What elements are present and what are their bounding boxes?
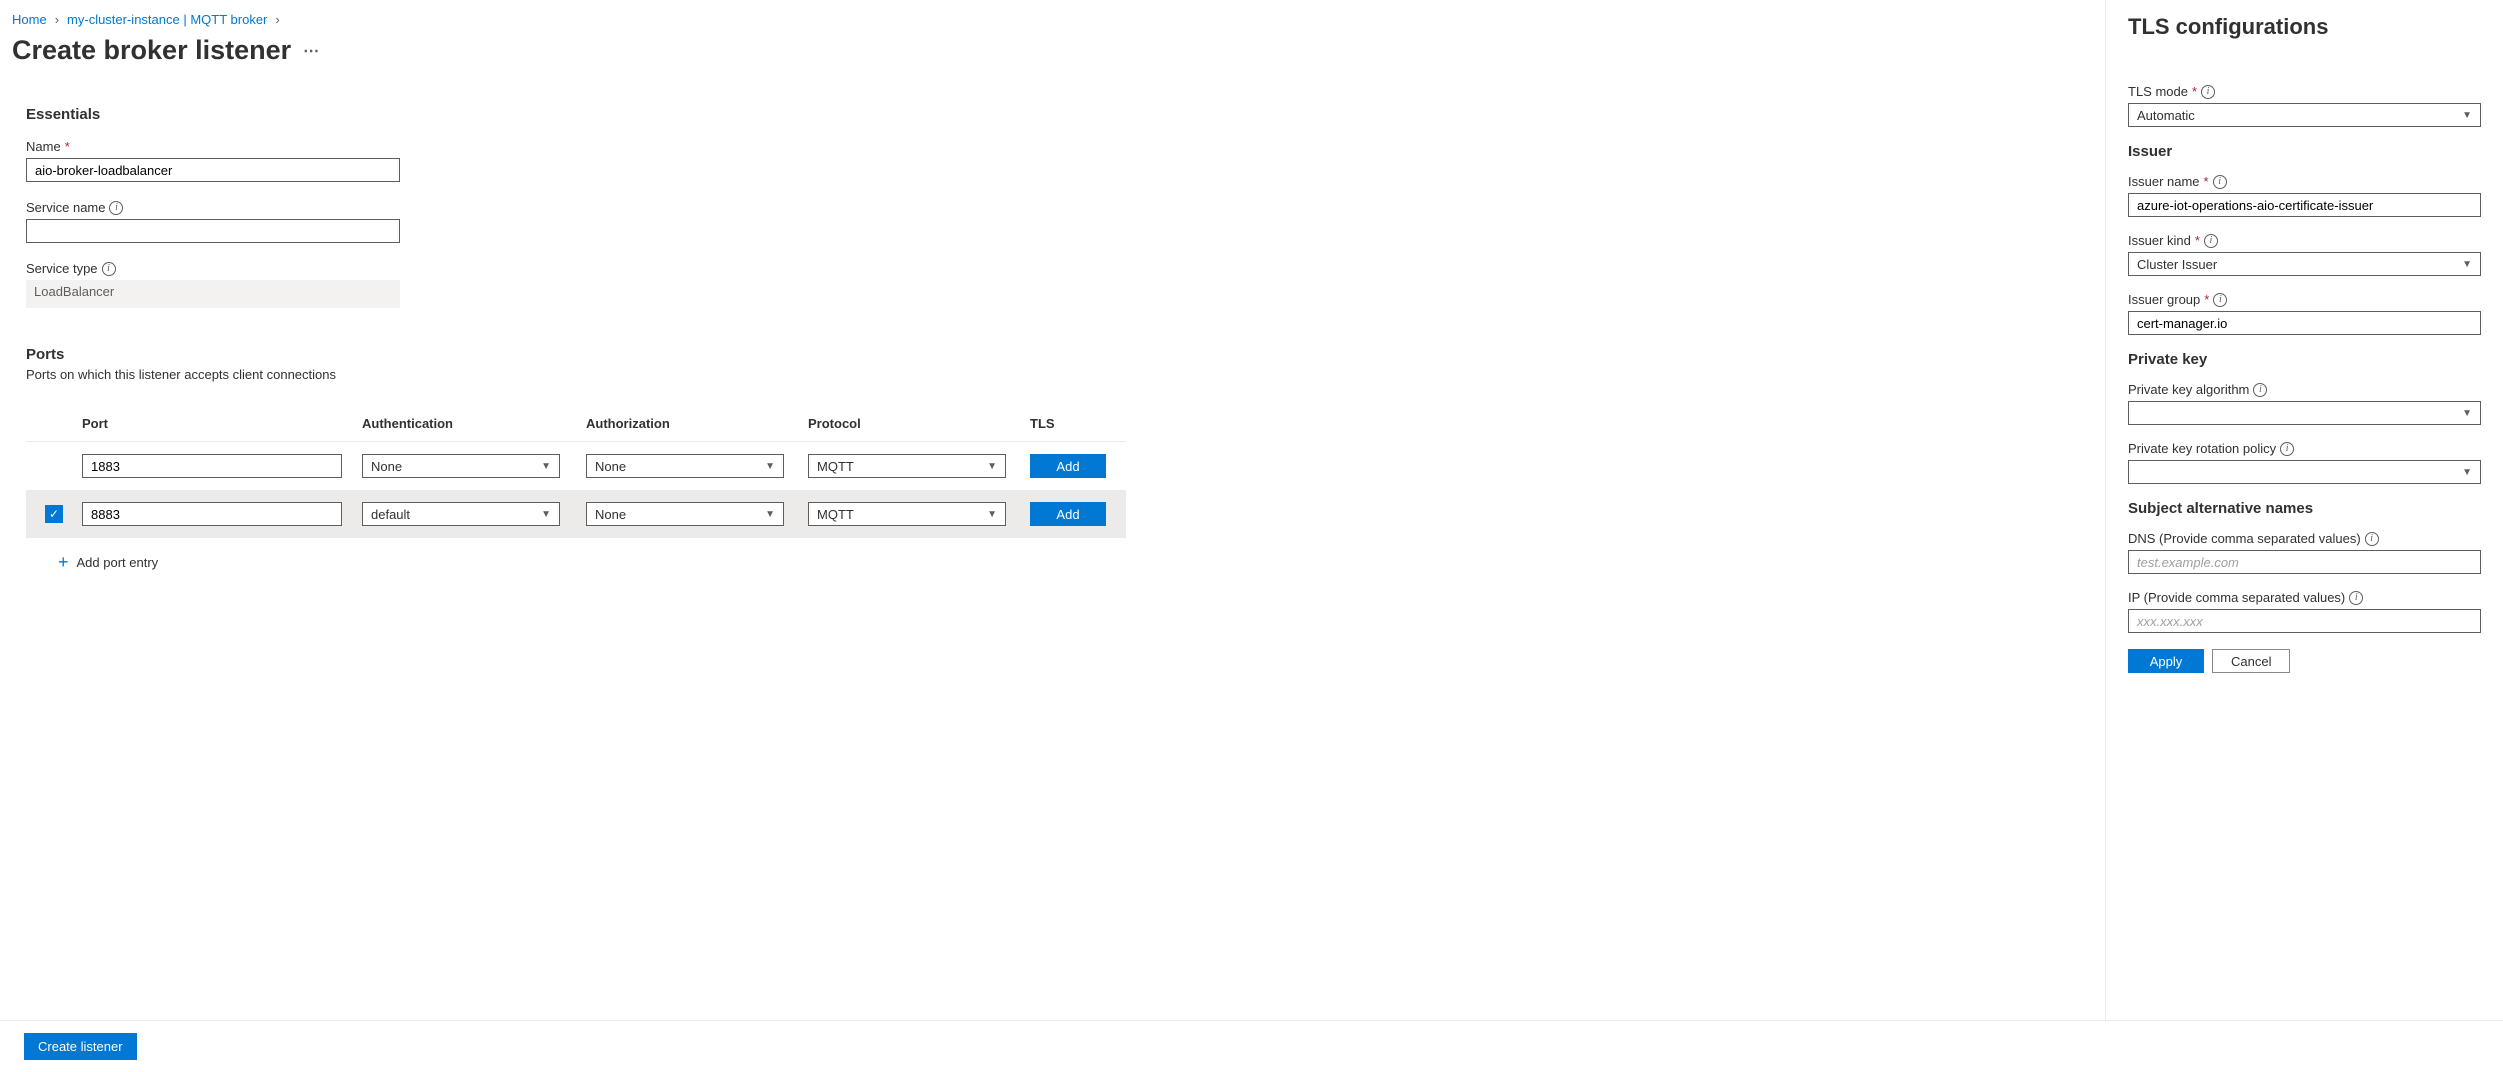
info-icon[interactable]: i xyxy=(2253,383,2267,397)
san-heading: Subject alternative names xyxy=(2128,500,2481,517)
authz-select[interactable]: None ▼ xyxy=(586,502,784,526)
protocol-select[interactable]: MQTT ▼ xyxy=(808,454,1006,478)
issuer-name-label: Issuer name * i xyxy=(2128,174,2481,189)
issuer-group-label: Issuer group * i xyxy=(2128,292,2481,307)
tls-add-button[interactable]: Add xyxy=(1030,454,1106,478)
service-name-input[interactable] xyxy=(26,219,400,243)
plus-icon: + xyxy=(58,552,69,573)
essentials-heading: Essentials xyxy=(26,106,2081,123)
col-authz: Authorization xyxy=(586,416,808,431)
breadcrumb-cluster[interactable]: my-cluster-instance | MQTT broker xyxy=(67,12,267,27)
chevron-right-icon: › xyxy=(275,12,279,27)
breadcrumb: Home › my-cluster-instance | MQTT broker… xyxy=(12,12,2081,27)
auth-select[interactable]: default ▼ xyxy=(362,502,560,526)
auth-select[interactable]: None ▼ xyxy=(362,454,560,478)
chevron-down-icon: ▼ xyxy=(541,509,551,520)
info-icon[interactable]: i xyxy=(2349,591,2363,605)
chevron-down-icon: ▼ xyxy=(2462,408,2472,419)
apply-button[interactable]: Apply xyxy=(2128,649,2204,673)
chevron-down-icon: ▼ xyxy=(2462,467,2472,478)
port-input[interactable] xyxy=(82,454,342,478)
issuer-name-input[interactable] xyxy=(2128,193,2481,217)
info-icon[interactable]: i xyxy=(109,201,123,215)
dns-input[interactable] xyxy=(2128,550,2481,574)
service-type-label: Service type i xyxy=(26,261,2081,276)
col-auth: Authentication xyxy=(362,416,586,431)
add-port-entry[interactable]: + Add port entry xyxy=(26,538,1126,587)
dns-label: DNS (Provide comma separated values) i xyxy=(2128,531,2481,546)
tls-add-button[interactable]: Add xyxy=(1030,502,1106,526)
issuer-kind-select[interactable]: Cluster Issuer ▼ xyxy=(2128,252,2481,276)
col-port: Port xyxy=(82,416,362,431)
cancel-button[interactable]: Cancel xyxy=(2212,649,2290,673)
port-input[interactable] xyxy=(82,502,342,526)
chevron-down-icon: ▼ xyxy=(987,461,997,472)
name-input[interactable] xyxy=(26,158,400,182)
ip-label: IP (Provide comma separated values) i xyxy=(2128,590,2481,605)
col-protocol: Protocol xyxy=(808,416,1030,431)
create-listener-button[interactable]: Create listener xyxy=(24,1033,137,1060)
footer-bar: Create listener xyxy=(0,1020,2503,1072)
protocol-select[interactable]: MQTT ▼ xyxy=(808,502,1006,526)
info-icon[interactable]: i xyxy=(2365,532,2379,546)
info-icon[interactable]: i xyxy=(2213,293,2227,307)
private-key-heading: Private key xyxy=(2128,351,2481,368)
panel-title: TLS configurations xyxy=(2128,14,2481,40)
breadcrumb-home[interactable]: Home xyxy=(12,12,47,27)
col-tls: TLS xyxy=(1030,416,1110,431)
issuer-kind-label: Issuer kind * i xyxy=(2128,233,2481,248)
name-label: Name * xyxy=(26,139,2081,154)
issuer-heading: Issuer xyxy=(2128,143,2481,160)
page-title: Create broker listener xyxy=(12,35,291,66)
service-type-value: LoadBalancer xyxy=(26,280,400,308)
more-actions-icon[interactable]: ⋯ xyxy=(303,41,319,61)
chevron-down-icon: ▼ xyxy=(541,461,551,472)
chevron-down-icon: ▼ xyxy=(2462,259,2472,270)
tls-configurations-panel: TLS configurations TLS mode * i Automati… xyxy=(2105,0,2503,1072)
pk-rotation-label: Private key rotation policy i xyxy=(2128,441,2481,456)
pk-algo-select[interactable]: ▼ xyxy=(2128,401,2481,425)
chevron-down-icon: ▼ xyxy=(765,461,775,472)
ports-heading: Ports xyxy=(26,346,2081,363)
service-name-label: Service name i xyxy=(26,200,2081,215)
row-checkbox[interactable]: ✓ xyxy=(45,505,63,523)
pk-algo-label: Private key algorithm i xyxy=(2128,382,2481,397)
ports-description: Ports on which this listener accepts cli… xyxy=(26,367,2081,382)
table-header: Port Authentication Authorization Protoc… xyxy=(26,406,1126,442)
chevron-down-icon: ▼ xyxy=(2462,110,2472,121)
chevron-down-icon: ▼ xyxy=(987,509,997,520)
issuer-group-input[interactable] xyxy=(2128,311,2481,335)
tls-mode-select[interactable]: Automatic ▼ xyxy=(2128,103,2481,127)
ip-input[interactable] xyxy=(2128,609,2481,633)
tls-mode-label: TLS mode * i xyxy=(2128,84,2481,99)
table-row: ✓ default ▼ None ▼ xyxy=(26,490,1126,538)
table-row: None ▼ None ▼ MQTT ▼ xyxy=(26,442,1126,490)
info-icon[interactable]: i xyxy=(2280,442,2294,456)
info-icon[interactable]: i xyxy=(102,262,116,276)
ports-table: Port Authentication Authorization Protoc… xyxy=(26,406,1126,587)
chevron-down-icon: ▼ xyxy=(765,509,775,520)
chevron-right-icon: › xyxy=(55,12,59,27)
info-icon[interactable]: i xyxy=(2201,85,2215,99)
info-icon[interactable]: i xyxy=(2213,175,2227,189)
pk-rotation-select[interactable]: ▼ xyxy=(2128,460,2481,484)
authz-select[interactable]: None ▼ xyxy=(586,454,784,478)
info-icon[interactable]: i xyxy=(2204,234,2218,248)
